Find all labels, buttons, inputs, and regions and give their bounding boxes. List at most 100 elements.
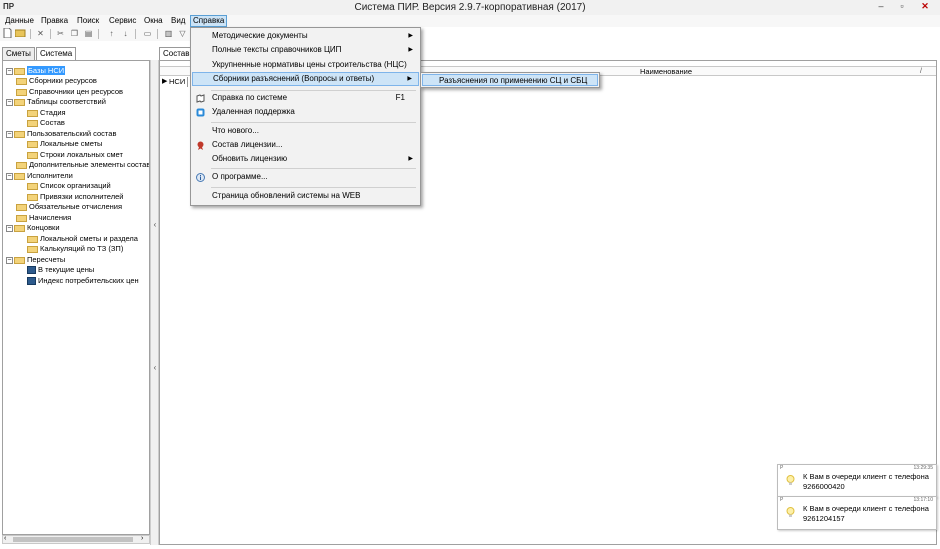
folder-icon [27, 119, 38, 127]
tree-item-mapping-tables[interactable]: – Таблицы соответствий [6, 97, 106, 107]
shortcut-label: F1 [395, 93, 405, 102]
menu-item-remote-support[interactable]: Удаленная поддержка [192, 105, 419, 119]
menu-help[interactable]: Справка [190, 15, 228, 27]
tree-item-user-composition[interactable]: – Пользовательский состав [6, 129, 116, 139]
tree-item-label: Справочники цен ресурсов [29, 87, 124, 96]
arrow-up-icon[interactable]: ↑ [106, 28, 117, 39]
tree-item-label: Локальные сметы [40, 139, 103, 148]
tree-item-price-references[interactable]: Справочники цен ресурсов [16, 87, 123, 97]
clarifications-submenu: Разъяснения по применению СЦ и СБЦ [420, 72, 600, 88]
menu-item-whats-new[interactable]: Что нового... [192, 124, 419, 138]
delete-icon[interactable]: ✕ [35, 28, 46, 39]
copy-icon[interactable]: ❐ [69, 28, 80, 39]
menu-view[interactable]: Вид [169, 15, 187, 27]
collapse-icon[interactable]: – [6, 256, 13, 264]
tree-item-label: Таблицы соответствий [27, 97, 106, 106]
notification-toast[interactable]: P 13:17:10 К Вам в очереди клиент с теле… [777, 496, 937, 530]
notification-toast[interactable]: P 13:29:35 К Вам в очереди клиент с теле… [777, 464, 937, 498]
tree-item-local-estimates[interactable]: Локальные сметы [27, 139, 102, 149]
menu-search[interactable]: Поиск [75, 15, 101, 27]
tree-item-resource-collections[interactable]: Сборники ресурсов [16, 76, 97, 86]
menu-windows[interactable]: Окна [142, 15, 165, 27]
maximize-button[interactable]: ▫ [891, 0, 913, 14]
tree-item-mandatory-deductions[interactable]: Обязательные отчисления [16, 202, 122, 212]
tree-item-performers[interactable]: – Исполнители [6, 171, 73, 181]
tree-item-nsi-bases[interactable]: – Базы НСИ [6, 66, 66, 76]
menu-item-methodical-docs[interactable]: Методические документы ▶ [192, 29, 419, 43]
menu-data[interactable]: Данные [3, 15, 36, 27]
tree-item-current-prices[interactable]: В текущие цены [27, 265, 94, 275]
menu-item-system-help[interactable]: Справка по системе F1 [192, 91, 419, 105]
menu-item-license[interactable]: Состав лицензии... [192, 138, 419, 152]
tree-item-local-estimate-section[interactable]: Локальной сметы и раздела [27, 234, 138, 244]
menu-bar: Данные Правка Поиск Сервис Окна Вид Спра… [0, 15, 940, 27]
folder-icon [27, 193, 38, 201]
paste-icon[interactable]: ▤ [83, 28, 94, 39]
tab-sistema[interactable]: Система [36, 47, 77, 60]
folder-icon [16, 161, 27, 169]
toolbar-separator [157, 29, 158, 39]
menu-item-updates-web[interactable]: Страница обновлений системы на WEB [192, 189, 419, 203]
tree-item-organizations[interactable]: Список организаций [27, 181, 111, 191]
tree-item-performer-bindings[interactable]: Привязки исполнителей [27, 192, 123, 202]
tree-item-calculations-tz[interactable]: Калькуляций по ТЗ (ЗП) [27, 244, 123, 254]
folder-icon [14, 224, 25, 232]
table-cell[interactable]: НСИ [169, 77, 189, 87]
horizontal-scrollbar[interactable]: ‹ › [2, 535, 150, 544]
folder-icon [16, 77, 27, 85]
collapse-icon[interactable]: – [6, 130, 13, 138]
scroll-right-icon[interactable]: › [141, 535, 143, 542]
tree-item-recalculations[interactable]: – Пересчеты [6, 255, 65, 265]
cut-icon[interactable]: ✂ [55, 28, 66, 39]
tree-item-stage[interactable]: Стадия [27, 108, 66, 118]
collapse-left-icon[interactable]: ‹ [152, 220, 158, 229]
tree-item-label: В текущие цены [38, 265, 95, 274]
close-button[interactable]: ✕ [912, 0, 938, 14]
tree-item-composition[interactable]: Состав [27, 118, 65, 128]
menu-item-full-texts[interactable]: Полные тексты справочников ЦИП ▶ [192, 43, 419, 57]
menu-separator [211, 187, 416, 188]
minimize-button[interactable]: – [870, 0, 892, 14]
lightbulb-icon [786, 507, 795, 518]
tree-item-additional-elements[interactable]: Дополнительные элементы состав [16, 160, 149, 170]
tree-item-estimate-rows[interactable]: Строки локальных смет [27, 150, 123, 160]
collapse-icon[interactable]: – [6, 224, 13, 232]
column-header-name[interactable]: Наименование [640, 67, 692, 76]
menu-edit[interactable]: Правка [39, 15, 70, 27]
tree-item-accruals[interactable]: Начисления [16, 213, 71, 223]
menu-item-update-license[interactable]: Обновить лицензию ▶ [192, 152, 419, 166]
panel-splitter[interactable]: ‹ ‹ [150, 60, 159, 545]
tree-item-label: Пользовательский состав [27, 129, 117, 138]
tree-item-label: Пересчеты [27, 255, 66, 264]
collapse-icon[interactable]: – [6, 67, 13, 75]
tab-smety[interactable]: Сметы [2, 47, 35, 60]
collapse-icon[interactable]: – [6, 172, 13, 180]
scroll-left-icon[interactable]: ‹ [4, 535, 6, 542]
print-icon[interactable]: ▭ [142, 28, 153, 39]
menu-item-label: Удаленная поддержка [212, 107, 295, 116]
row-pointer-icon: ▶ [162, 78, 168, 85]
scrollbar-thumb[interactable] [13, 537, 133, 542]
tree-item-label: Локальной сметы и раздела [40, 234, 138, 243]
collapse-left-icon[interactable]: ‹ [152, 363, 158, 372]
new-doc-icon[interactable] [2, 27, 13, 39]
menu-item-label: Полные тексты справочников ЦИП [212, 45, 342, 54]
open-folder-icon[interactable] [14, 28, 26, 39]
tree-item-label: Начисления [29, 213, 72, 222]
column-icon[interactable]: ▥ [163, 28, 174, 39]
filter-icon[interactable]: ▽ [177, 28, 188, 39]
menu-item-about[interactable]: О программе... [192, 170, 419, 184]
submenu-item-sc-sbc[interactable]: Разъяснения по применению СЦ и СБЦ [422, 74, 598, 86]
submenu-arrow-icon: ▶ [408, 47, 413, 53]
submenu-arrow-icon: ▶ [407, 76, 412, 82]
tree-item-cpi-index[interactable]: Индекс потребительских цен [27, 276, 139, 286]
tab-sostav[interactable]: Состав [159, 47, 194, 60]
arrow-down-icon[interactable]: ↓ [120, 28, 131, 39]
menu-item-clarifications[interactable]: Сборники разъяснений (Вопросы и ответы) ▶ [192, 72, 419, 86]
tree-item-label: Калькуляций по ТЗ (ЗП) [40, 244, 124, 253]
menu-item-ncs[interactable]: Укрупненные нормативы цены строительства… [192, 58, 419, 72]
tree-item-endings[interactable]: – Концовки [6, 223, 60, 233]
collapse-icon[interactable]: – [6, 98, 13, 106]
menu-service[interactable]: Сервис [107, 15, 138, 27]
submenu-arrow-icon: ▶ [408, 156, 413, 162]
